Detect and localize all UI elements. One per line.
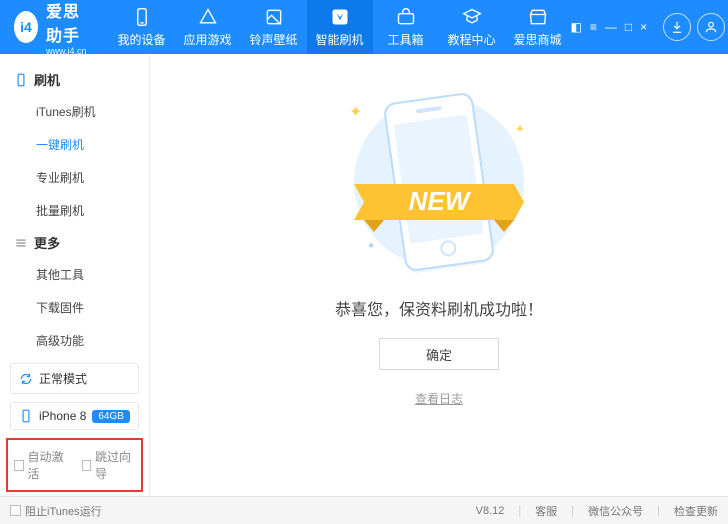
apps-icon xyxy=(198,7,218,27)
sidebar-item-itunes-flash[interactable]: iTunes刷机 xyxy=(0,95,149,128)
minimize-icon[interactable]: — xyxy=(605,20,617,34)
skin-icon[interactable]: ◧ xyxy=(571,20,582,34)
window-controls: ◧ ≡ — □ × xyxy=(571,13,728,41)
tutorial-icon xyxy=(462,7,482,27)
sidebar-item-oneclick-flash[interactable]: 一键刷机 xyxy=(0,128,149,161)
maximize-icon[interactable]: □ xyxy=(625,20,632,34)
support-link[interactable]: 客服 xyxy=(535,503,557,519)
new-ribbon: NEW xyxy=(344,162,534,242)
nav-tutorials[interactable]: 教程中心 xyxy=(439,0,505,54)
titlebar: i4 爱思助手 www.i4.cn 我的设备 应用游戏 铃声壁纸 智能刷机 工具… xyxy=(0,0,728,54)
app-name: 爱思助手 xyxy=(46,0,95,46)
store-icon xyxy=(528,7,548,27)
device-icon xyxy=(132,7,152,27)
list-icon xyxy=(14,236,28,250)
wechat-link[interactable]: 微信公众号 xyxy=(588,503,643,519)
download-button[interactable] xyxy=(663,13,691,41)
auto-activate-checkbox[interactable]: 自动激活 xyxy=(14,448,68,482)
top-nav: 我的设备 应用游戏 铃声壁纸 智能刷机 工具箱 教程中心 爱思商城 xyxy=(109,0,571,54)
sidebar-item-other-tools[interactable]: 其他工具 xyxy=(0,258,149,291)
refresh-icon xyxy=(19,372,33,386)
download-icon xyxy=(670,20,684,34)
flash-icon xyxy=(330,7,350,27)
close-icon[interactable]: × xyxy=(640,20,647,34)
toolbox-icon xyxy=(396,7,416,27)
ok-button[interactable]: 确定 xyxy=(379,338,499,370)
sidebar-group-more: 更多 xyxy=(0,227,149,258)
check-update-link[interactable]: 检查更新 xyxy=(674,503,718,519)
account-button[interactable] xyxy=(697,13,725,41)
logo-badge: i4 xyxy=(14,11,38,43)
view-log-link[interactable]: 查看日志 xyxy=(415,390,463,407)
nav-label: 铃声壁纸 xyxy=(250,31,298,48)
nav-flash[interactable]: 智能刷机 xyxy=(307,0,373,54)
success-illustration: ✦ ✦ ✦ NEW xyxy=(319,82,559,282)
phone-icon xyxy=(14,73,28,87)
nav-label: 应用游戏 xyxy=(184,31,232,48)
sidebar-item-advanced[interactable]: 高级功能 xyxy=(0,324,149,357)
sidebar-item-download-firmware[interactable]: 下载固件 xyxy=(0,291,149,324)
device-mode[interactable]: 正常模式 xyxy=(10,363,139,394)
sidebar: 刷机 iTunes刷机 一键刷机 专业刷机 批量刷机 更多 其他工具 下载固件 … xyxy=(0,54,150,496)
nav-ringtones[interactable]: 铃声壁纸 xyxy=(241,0,307,54)
device-storage-badge: 64GB xyxy=(92,410,130,423)
app-logo: i4 爱思助手 www.i4.cn xyxy=(0,0,109,56)
phone-small-icon xyxy=(19,409,33,423)
nav-store[interactable]: 爱思商城 xyxy=(505,0,571,54)
flash-options-highlight: 自动激活 跳过向导 xyxy=(6,438,143,492)
success-message: 恭喜您，保资料刷机成功啦！ xyxy=(335,296,543,320)
nav-label: 智能刷机 xyxy=(316,31,364,48)
nav-label: 工具箱 xyxy=(388,31,424,48)
nav-label: 教程中心 xyxy=(448,31,496,48)
svg-text:NEW: NEW xyxy=(409,186,472,216)
main-content: ✦ ✦ ✦ NEW 恭喜您，保资料刷机成功啦！ 确定 查看日志 xyxy=(150,54,728,496)
device-name: iPhone 8 xyxy=(39,409,86,423)
block-itunes-checkbox[interactable]: 阻止iTunes运行 xyxy=(10,503,102,519)
skip-guide-checkbox[interactable]: 跳过向导 xyxy=(82,448,136,482)
nav-my-device[interactable]: 我的设备 xyxy=(109,0,175,54)
statusbar: 阻止iTunes运行 V8.12 | 客服 | 微信公众号 | 检查更新 xyxy=(0,496,728,524)
menu-icon[interactable]: ≡ xyxy=(590,20,597,34)
nav-apps[interactable]: 应用游戏 xyxy=(175,0,241,54)
sidebar-item-pro-flash[interactable]: 专业刷机 xyxy=(0,161,149,194)
nav-label: 我的设备 xyxy=(118,31,166,48)
wallpaper-icon xyxy=(264,7,284,27)
user-icon xyxy=(704,20,718,34)
sidebar-group-flash: 刷机 xyxy=(0,64,149,95)
connected-device[interactable]: iPhone 8 64GB xyxy=(10,402,139,430)
nav-label: 爱思商城 xyxy=(514,31,562,48)
nav-tools[interactable]: 工具箱 xyxy=(373,0,439,54)
sidebar-item-batch-flash[interactable]: 批量刷机 xyxy=(0,194,149,227)
version-label: V8.12 xyxy=(476,505,505,517)
